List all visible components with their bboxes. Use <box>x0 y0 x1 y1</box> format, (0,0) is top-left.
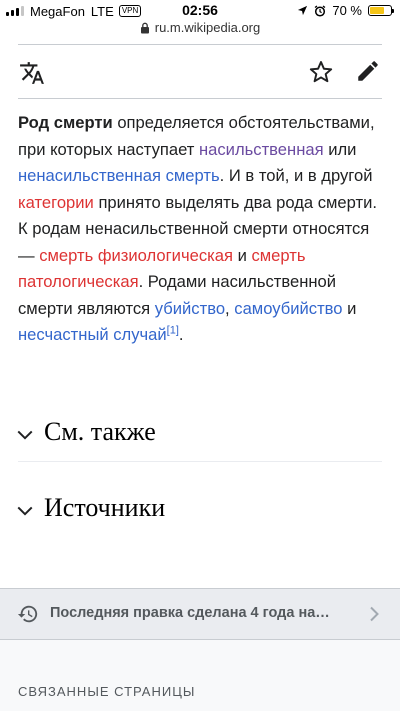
location-arrow-icon <box>298 5 308 16</box>
divider <box>18 44 382 45</box>
text: и <box>342 298 357 318</box>
last-edited-bar[interactable]: Последняя правка сделана 4 года на… <box>0 588 400 640</box>
text: . <box>178 325 184 344</box>
last-edited-text: Последняя правка сделана 4 года на… <box>50 605 330 621</box>
chevron-down-icon <box>17 430 33 440</box>
bold-term: Род смерти <box>18 113 113 132</box>
link-murder[interactable]: убийство <box>155 299 225 318</box>
link-violent[interactable]: насильственная <box>199 140 324 159</box>
url-bar[interactable]: ru.m.wikipedia.org <box>0 20 400 35</box>
chevron-right-icon <box>370 606 379 622</box>
section-divider <box>18 461 382 462</box>
article-paragraph: Род смерти определяется обстоятельствами… <box>18 110 386 349</box>
link-physiological-death[interactable]: смерть физиологическая <box>39 246 233 265</box>
battery-percent: 70 % <box>332 3 362 18</box>
link-nonviolent[interactable]: ненасильственная смерть <box>18 166 220 185</box>
url-text: ru.m.wikipedia.org <box>154 20 261 35</box>
section-title: См. также <box>44 417 156 446</box>
section-see-also[interactable]: См. также <box>0 414 400 454</box>
status-bar: MegaFon LTE VPN 02:56 70 % ru.m.wikipedi… <box>0 0 400 40</box>
lock-icon <box>140 22 149 33</box>
link-accident[interactable]: несчастный случай <box>18 325 167 344</box>
alarm-icon <box>314 4 326 17</box>
translate-icon[interactable] <box>19 60 45 86</box>
link-category[interactable]: категории <box>18 193 94 212</box>
section-sources[interactable]: Источники <box>0 490 400 530</box>
text: или <box>323 139 357 159</box>
section-title: Источники <box>44 493 166 522</box>
star-icon[interactable] <box>308 59 334 85</box>
history-icon <box>17 605 38 623</box>
link-suicide[interactable]: самоубийство <box>234 299 342 318</box>
pencil-icon[interactable] <box>355 58 381 84</box>
battery-icon <box>368 5 394 16</box>
status-right: 70 % <box>297 3 394 18</box>
page-actions-toolbar <box>0 58 400 88</box>
related-pages-title: СВЯЗАННЫЕ СТРАНИЦЫ <box>18 684 196 699</box>
text: . И в той, и в другой <box>219 166 373 185</box>
text: и <box>232 245 252 265</box>
text: , <box>225 298 235 318</box>
reference-link[interactable]: [1] <box>167 324 179 336</box>
toolbar-divider <box>18 98 382 99</box>
article-page: Род смерти определяется обстоятельствами… <box>0 40 400 588</box>
related-pages: СВЯЗАННЫЕ СТРАНИЦЫ <box>0 640 400 711</box>
chevron-down-icon <box>17 506 33 516</box>
